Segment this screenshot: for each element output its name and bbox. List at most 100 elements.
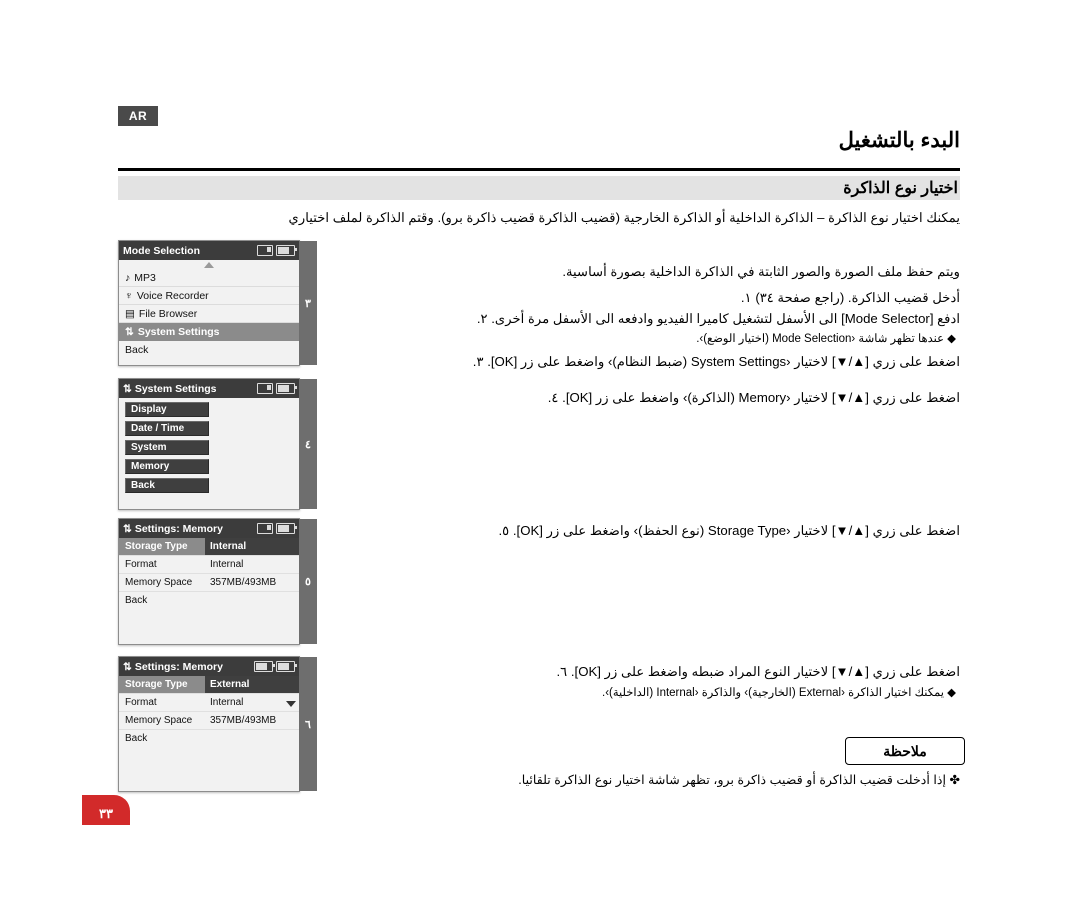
memory-row-format[interactable]: Format Internal [119, 556, 299, 574]
bullet-1: ◆ عندها تظهر شاشة ‹Mode Selection (اختيا… [696, 333, 956, 345]
section-title: اختيار نوع الذاكرة [843, 180, 958, 197]
menu-item-system-settings-label: System Settings [137, 325, 220, 338]
memory-row-storage-type-value: External [205, 676, 299, 693]
folder-icon: ▤ [125, 307, 135, 320]
memory-row-memory-space: Memory Space 357MB/493MB [119, 574, 299, 592]
title-divider [118, 168, 960, 171]
menu-item-back[interactable]: Back [119, 341, 299, 358]
menu-item-system-settings[interactable]: ⇅ System Settings [119, 323, 299, 341]
screen-4-title: Settings: Memory [134, 660, 223, 673]
screenshot-mode-selection: ٣ Mode Selection ♪ MP3 ♆ Voice Recorder … [118, 240, 317, 366]
memory-row-format-value-text: Internal [210, 697, 244, 708]
screenshot-2-step-tag: ٤ [299, 379, 317, 509]
settings-button-date-time[interactable]: Date / Time [125, 421, 209, 436]
memory-row-memory-space-value: 357MB/493MB [210, 715, 277, 726]
battery-icon [276, 245, 297, 256]
screen-2-body: Display Date / Time System Memory Back [119, 402, 299, 499]
memory-row-memory-space: Memory Space 357MB/493MB [119, 712, 299, 730]
step-1-number: ١. [740, 290, 752, 305]
note-title-box: ملاحظة [845, 737, 965, 765]
step-2-number: ٢. [476, 311, 488, 326]
menu-item-voice-recorder-label: Voice Recorder [136, 289, 209, 302]
menu-item-mp3-label: MP3 [134, 271, 156, 284]
menu-item-file-browser[interactable]: ▤ File Browser [119, 305, 299, 323]
screen-1-body: ♪ MP3 ♆ Voice Recorder ▤ File Browser ⇅ … [119, 262, 299, 358]
memory-row-storage-type[interactable]: Storage Type External [119, 676, 299, 694]
page-title: البدء بالتشغيل [838, 129, 960, 152]
settings-button-date-time-label: Date / Time [131, 423, 185, 434]
memory-row-back[interactable]: Back [119, 730, 299, 747]
music-note-icon: ♪ [125, 271, 131, 284]
intro-paragraph-1: يمكنك اختيار نوع الذاكرة – الذاكرة الداخ… [288, 210, 960, 225]
screenshot-3-step-tag: ٥ [299, 519, 317, 644]
memory-row-format-label: Format [125, 697, 157, 708]
bullet-2: ◆ يمكنك اختيار الذاكرة ‹External (الخارج… [602, 687, 956, 699]
screenshot-1-step-tag: ٣ [299, 241, 317, 365]
step-2: ادفع [Mode Selector] الى الأسفل لتشغيل ك… [270, 309, 960, 329]
settings-icon: ⇅ [123, 660, 132, 673]
screenshot-4-step-tag: ٦ [299, 657, 317, 791]
memory-row-storage-type-label: Storage Type [119, 676, 205, 693]
memory-row-storage-type-value: Internal [205, 538, 299, 555]
settings-button-memory[interactable]: Memory [125, 459, 209, 474]
step-5-text: اضغط على زري [▲/▼] لاختيار ‹Storage Type… [512, 523, 960, 538]
battery-icon [276, 523, 297, 534]
menu-item-file-browser-label: File Browser [138, 307, 198, 320]
note-title: ملاحظة [883, 742, 927, 759]
settings-button-display-label: Display [131, 404, 167, 415]
step-5: اضغط على زري [▲/▼] لاختيار ‹Storage Type… [270, 521, 960, 541]
screen-2-title: System Settings [134, 382, 217, 395]
settings-button-back-label: Back [131, 480, 155, 491]
microphone-icon: ♆ [125, 289, 133, 302]
scroll-up-icon[interactable] [204, 262, 214, 268]
step-6-text: اضغط على زري [▲/▼] لاختيار النوع المراد … [570, 664, 960, 679]
settings-icon: ⇅ [123, 522, 132, 535]
memory-row-format-value: Internal [205, 697, 299, 708]
step-1-text: أدخل قضيب الذاكرة. (راجع صفحة ٣٤) [755, 290, 960, 305]
battery-icon [254, 661, 275, 672]
screen-3-body: Storage Type Internal Format Internal Me… [119, 538, 299, 609]
memory-row-memory-space-label: Memory Space [125, 577, 193, 588]
memory-row-storage-type[interactable]: Storage Type Internal [119, 538, 299, 556]
screen-3-titlebar: ⇅ Settings: Memory [119, 519, 299, 538]
step-2-text: ادفع [Mode Selector] الى الأسفل لتشغيل ك… [491, 311, 960, 326]
settings-button-system[interactable]: System [125, 440, 209, 455]
memory-row-memory-space-label: Memory Space [125, 715, 193, 726]
memory-row-format[interactable]: Format Internal [119, 694, 299, 712]
screen-3-title: Settings: Memory [134, 522, 223, 535]
battery-icon [276, 661, 297, 672]
settings-button-display[interactable]: Display [125, 402, 209, 417]
manual-page: AR البدء بالتشغيل اختيار نوع الذاكرة يمك… [0, 0, 1080, 908]
settings-icon: ⇅ [123, 382, 132, 395]
memory-row-memory-space-value: 357MB/493MB [210, 577, 277, 588]
memory-row-format-value: Internal [210, 559, 244, 570]
settings-icon: ⇅ [125, 325, 134, 338]
settings-button-system-label: System [131, 442, 167, 453]
step-3: اضغط على زري [▲/▼] لاختيار ‹System Setti… [270, 352, 960, 372]
page-number: ٣٣ [82, 795, 130, 825]
screen-4-titlebar: ⇅ Settings: Memory [119, 657, 299, 676]
step-6-number: ٦. [556, 664, 568, 679]
intro-paragraph-2: ويتم حفظ ملف الصورة والصور الثابتة في ال… [562, 264, 960, 279]
screen-2-titlebar: ⇅ System Settings [119, 379, 299, 398]
screen-4-body: Storage Type External Format Internal Me… [119, 676, 299, 747]
card-icon [257, 523, 273, 534]
screen-1-titlebar: Mode Selection [119, 241, 299, 260]
step-3-text: اضغط على زري [▲/▼] لاختيار ‹System Setti… [487, 354, 960, 369]
menu-item-voice-recorder[interactable]: ♆ Voice Recorder [119, 287, 299, 305]
step-4: اضغط على زري [▲/▼] لاختيار ‹Memory (الذا… [270, 388, 960, 408]
settings-button-memory-label: Memory [131, 461, 170, 472]
step-3-number: ٣. [472, 354, 484, 369]
memory-row-back-label: Back [125, 733, 148, 744]
section-bar [118, 176, 960, 200]
chevron-down-icon [286, 701, 296, 707]
step-5-number: ٥. [498, 523, 510, 538]
settings-button-back[interactable]: Back [125, 478, 209, 493]
step-4-text: اضغط على زري [▲/▼] لاختيار ‹Memory (الذا… [562, 390, 960, 405]
step-4-number: ٤. [547, 390, 559, 405]
screenshot-memory-external: ٦ ⇅ Settings: Memory Storage Type Extern… [118, 656, 317, 792]
screenshot-memory-internal: ٥ ⇅ Settings: Memory Storage Type Intern… [118, 518, 317, 645]
step-1: أدخل قضيب الذاكرة. (راجع صفحة ٣٤) ١. [270, 288, 960, 308]
memory-row-back[interactable]: Back [119, 592, 299, 609]
menu-item-mp3[interactable]: ♪ MP3 [119, 269, 299, 287]
